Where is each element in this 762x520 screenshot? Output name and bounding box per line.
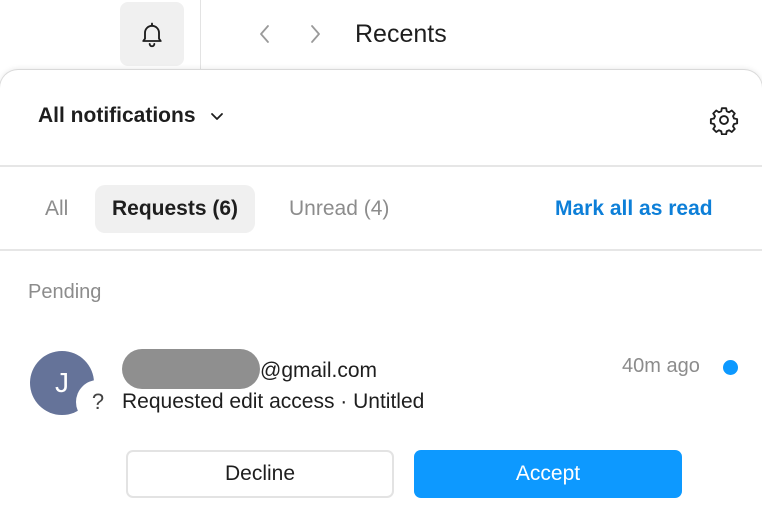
notifications-panel: All notifications All Requests (6) Unrea… bbox=[0, 70, 762, 520]
sender: @gmail.com bbox=[122, 349, 378, 389]
notifications-button[interactable] bbox=[120, 2, 184, 66]
settings-button[interactable] bbox=[706, 102, 742, 138]
top-bar: Recents bbox=[0, 0, 762, 70]
sender-email: @gmail.com bbox=[260, 359, 378, 382]
accept-button[interactable]: Accept bbox=[414, 450, 682, 498]
decline-button[interactable]: Decline bbox=[126, 450, 394, 498]
chevron-left-icon bbox=[260, 25, 269, 43]
forward-button[interactable] bbox=[303, 22, 327, 46]
bell-icon bbox=[142, 22, 162, 48]
mark-all-read-link[interactable]: Mark all as read bbox=[555, 197, 713, 221]
unread-indicator bbox=[723, 360, 738, 375]
notifications-filter-dropdown[interactable]: All notifications bbox=[38, 104, 224, 128]
tab-unread[interactable]: Unread (4) bbox=[273, 185, 405, 233]
tab-all[interactable]: All bbox=[30, 185, 83, 233]
timestamp: 40m ago bbox=[622, 355, 700, 377]
divider bbox=[200, 0, 201, 70]
notification-message: Requested edit access · Untitled bbox=[122, 390, 425, 413]
section-label: Pending bbox=[28, 281, 102, 303]
tabs-row: All Requests (6) Unread (4) Mark all as … bbox=[0, 169, 762, 251]
filter-label: All notifications bbox=[38, 104, 196, 127]
chevron-right-icon bbox=[311, 25, 320, 43]
redacted-text bbox=[122, 349, 260, 389]
gear-icon bbox=[709, 107, 739, 135]
question-mark-icon: ? bbox=[76, 380, 120, 424]
request-actions: Decline Accept bbox=[0, 450, 762, 500]
chevron-down-icon bbox=[210, 113, 223, 120]
page-title: Recents bbox=[355, 20, 447, 48]
panel-header: All notifications bbox=[0, 70, 762, 167]
back-button[interactable] bbox=[253, 22, 277, 46]
tab-requests[interactable]: Requests (6) bbox=[95, 185, 256, 233]
notification-item[interactable]: J ? @gmail.com Requested edit access · U… bbox=[0, 335, 762, 445]
